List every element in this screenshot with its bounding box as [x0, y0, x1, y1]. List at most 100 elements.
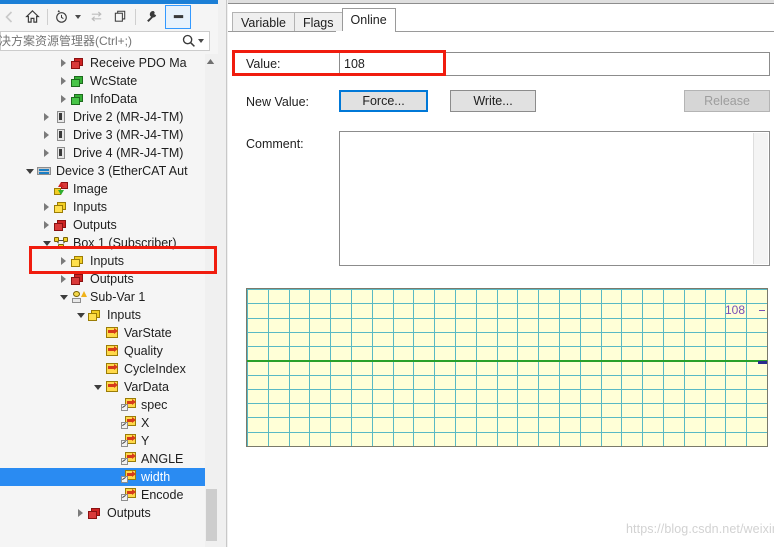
chevron-down-icon[interactable]: [74, 306, 87, 324]
pending-changes-dropdown-icon[interactable]: [72, 6, 84, 28]
tree-item-inputs[interactable]: Inputs: [0, 198, 218, 216]
chart-gridline-vertical: [601, 289, 602, 446]
tree-item-receive-pdo-ma[interactable]: Receive PDO Ma: [0, 54, 218, 72]
tree-item-label: Outputs: [73, 218, 117, 232]
chart-gridline-vertical: [559, 289, 560, 446]
collapse-icon[interactable]: [165, 4, 191, 29]
tree-item-device-3-ethercat-aut[interactable]: Device 3 (EtherCAT Aut: [0, 162, 218, 180]
online-value-chart: 108: [246, 288, 768, 447]
tree-item-y[interactable]: Y: [0, 432, 218, 450]
tree-item-box-1-subscriber[interactable]: Box 1 (Subscriber): [0, 234, 218, 252]
tree-item-angle[interactable]: ANGLE: [0, 450, 218, 468]
tree-item-inputs[interactable]: Inputs: [0, 252, 218, 270]
chevron-down-glyph: [76, 312, 85, 318]
image-icon: [53, 181, 69, 197]
chevron-down-icon[interactable]: [23, 162, 36, 180]
chevron-down-icon[interactable]: [40, 234, 53, 252]
chart-gridline-vertical: [413, 289, 414, 446]
tree-item-drive-3-mr-j4-tm[interactable]: Drive 3 (MR-J4-TM): [0, 126, 218, 144]
watermark-text: https://blog.csdn.net/weixin_42811651: [626, 522, 774, 536]
properties-icon[interactable]: [139, 6, 163, 28]
back-icon[interactable]: [0, 6, 20, 28]
chevron-down-icon[interactable]: [57, 288, 70, 306]
tree-scrollbar-thumb[interactable]: [206, 489, 217, 541]
chevron-right-glyph: [44, 113, 49, 121]
icon-part: [59, 113, 62, 120]
tree-expander-spacer: [108, 414, 121, 432]
chevron-right-icon[interactable]: [40, 108, 53, 126]
comment-scrollbar[interactable]: [753, 133, 768, 264]
tab-online[interactable]: Online: [341, 8, 396, 32]
tree-item-x[interactable]: X: [0, 414, 218, 432]
tab-variable[interactable]: Variable: [232, 12, 295, 32]
icon-part: [132, 471, 136, 477]
drive-icon: [53, 145, 69, 161]
home-icon[interactable]: [20, 6, 44, 28]
tree-item-image[interactable]: Image: [0, 180, 218, 198]
back-icon-glyph: [5, 10, 13, 23]
chevron-down-icon[interactable]: [91, 378, 104, 396]
tree-item-label: ANGLE: [141, 452, 184, 466]
chevron-down-glyph: [59, 294, 68, 300]
tree-item-quality[interactable]: Quality: [0, 342, 218, 360]
tree-expander-spacer: [91, 342, 104, 360]
tree-item-outputs[interactable]: Outputs: [0, 504, 218, 522]
tree-item-wcstate[interactable]: WcState: [0, 72, 218, 90]
icon-part: [39, 172, 49, 174]
pending-changes-icon[interactable]: [51, 6, 72, 28]
chevron-right-icon[interactable]: [40, 198, 53, 216]
tree-item-cycleindex[interactable]: CycleIndex: [0, 360, 218, 378]
search-icon[interactable]: [181, 33, 197, 49]
chevron-right-icon[interactable]: [40, 216, 53, 234]
tree-item-sub-var-1[interactable]: Sub-Var 1: [0, 288, 218, 306]
chevron-right-icon[interactable]: [40, 144, 53, 162]
chevron-right-icon[interactable]: [74, 504, 87, 522]
write-button[interactable]: Write...: [450, 90, 536, 112]
chevron-right-icon[interactable]: [57, 270, 70, 288]
tab-flags[interactable]: Flags: [293, 12, 343, 32]
tree-item-label: Drive 2 (MR-J4-TM): [73, 110, 184, 124]
tree-item-varstate[interactable]: VarState: [0, 324, 218, 342]
force-button[interactable]: Force...: [339, 90, 428, 112]
chart-gridline-vertical: [684, 289, 685, 446]
tree-item-infodata[interactable]: InfoData: [0, 90, 218, 108]
tree-item-spec[interactable]: spec: [0, 396, 218, 414]
chevron-right-icon[interactable]: [57, 90, 70, 108]
release-button[interactable]: Release: [684, 90, 770, 112]
tree-item-drive-2-mr-j4-tm[interactable]: Drive 2 (MR-J4-TM): [0, 108, 218, 126]
chevron-right-icon[interactable]: [57, 72, 70, 90]
device-icon: [36, 163, 52, 179]
chart-gridline-horizontal: [247, 303, 767, 304]
search-options-chevron-down-icon[interactable]: [198, 39, 204, 43]
chart-gridline-horizontal: [247, 403, 767, 404]
copy-icon[interactable]: [108, 6, 132, 28]
icon-part: [59, 149, 62, 156]
tree-item-encode[interactable]: Encode: [0, 486, 218, 504]
tree-item-drive-4-mr-j4-tm[interactable]: Drive 4 (MR-J4-TM): [0, 144, 218, 162]
chevron-right-icon[interactable]: [57, 252, 70, 270]
chevron-right-glyph: [61, 77, 66, 85]
icon-part: [54, 237, 59, 242]
tree-item-outputs[interactable]: Outputs: [0, 216, 218, 234]
chart-gridline-vertical: [642, 289, 643, 446]
chart-gridline-vertical: [663, 289, 664, 446]
search-input[interactable]: [0, 33, 181, 49]
comment-textarea[interactable]: [339, 131, 770, 266]
tree-item-width[interactable]: width: [0, 468, 218, 486]
box-icon: [53, 235, 69, 251]
tree-item-label: Outputs: [107, 506, 151, 520]
tree-item-outputs[interactable]: Outputs: [0, 270, 218, 288]
chart-grid: [247, 289, 767, 446]
chevron-right-icon[interactable]: [40, 126, 53, 144]
solution-explorer-panel: Receive PDO Ma WcState InfoData Drive 2 (MR…: [0, 0, 218, 547]
tree-vertical-scrollbar[interactable]: [205, 54, 218, 547]
chart-trace-line: [247, 360, 767, 362]
search-box[interactable]: [0, 31, 210, 51]
icon-part: [54, 223, 63, 231]
tree-item-vardata[interactable]: VarData: [0, 378, 218, 396]
icon-part: [132, 399, 136, 405]
sync-icon[interactable]: [84, 6, 108, 28]
chevron-right-icon[interactable]: [57, 54, 70, 72]
tree-item-inputs[interactable]: Inputs: [0, 306, 218, 324]
tree-scroll-up-icon[interactable]: [205, 57, 216, 66]
